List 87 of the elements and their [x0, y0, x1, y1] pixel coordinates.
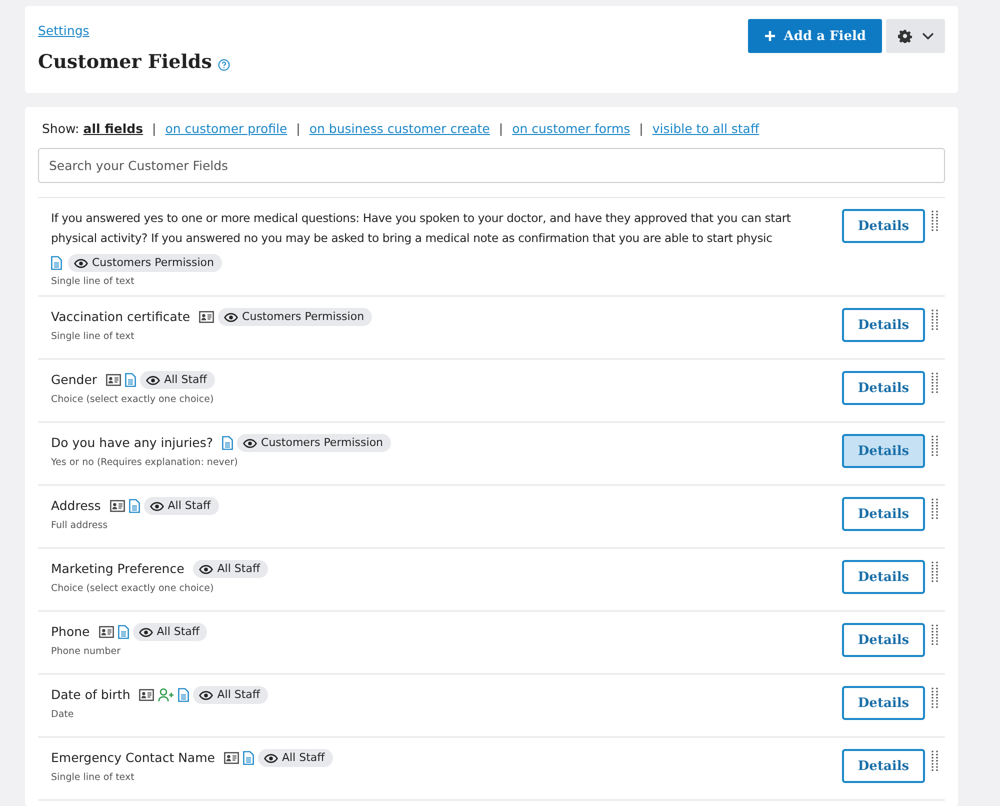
filter-separator: | — [296, 121, 300, 136]
field-type: Phone number — [51, 646, 122, 657]
document-icon — [178, 688, 190, 702]
badge-label: All Staff — [168, 498, 211, 514]
help-icon[interactable] — [218, 58, 230, 70]
settings-dropdown-button[interactable] — [886, 19, 945, 53]
field-name: If you answered yes to one or more medical questions: Have you spoken to your doctor, and have they approved that you can start physical activity? If you answered no you may be asked to bring a medical note as confirmation that you are able to start physic — [51, 210, 792, 247]
details-button[interactable]: Details — [842, 560, 925, 594]
field-type: Single line of text — [51, 772, 136, 783]
field-name: Emergency Contact Name — [51, 749, 215, 767]
details-button[interactable]: Details — [842, 434, 925, 468]
id-card-icon — [224, 752, 239, 764]
id-card-icon — [106, 374, 122, 386]
field-type: Choice (select exactly one choice) — [51, 394, 215, 405]
field-type: Single line of text — [51, 276, 136, 287]
filter-separator: | — [498, 121, 504, 136]
details-button[interactable]: Details — [842, 686, 925, 720]
plus-icon — [764, 30, 776, 42]
badge-label: All Staff — [156, 624, 200, 640]
eye-icon — [264, 754, 278, 762]
details-button[interactable]: Details — [842, 623, 925, 657]
field-type: Choice (select exactly one choice) — [51, 583, 215, 594]
field-type: Single line of text — [51, 331, 136, 342]
filter-link[interactable]: on customer forms — [512, 121, 630, 136]
document-icon — [118, 625, 129, 639]
settings-link[interactable]: Settings — [38, 23, 90, 38]
filter-link[interactable]: all fields — [83, 121, 144, 136]
drag-handle-icon[interactable] — [931, 624, 939, 646]
eye-icon — [199, 690, 214, 700]
drag-handle-icon[interactable] — [931, 435, 939, 457]
id-card-icon — [98, 626, 114, 638]
badge-label: All Staff — [164, 372, 207, 388]
filter-link[interactable]: on customer profile — [165, 121, 288, 136]
drag-handle-icon[interactable] — [931, 210, 939, 232]
filter-link[interactable]: visible to all staff — [652, 121, 760, 136]
drag-handle-icon[interactable] — [931, 750, 939, 772]
details-button[interactable]: Details — [842, 497, 925, 531]
field-name: Vaccination certificate — [51, 308, 190, 326]
field-name: Phone — [51, 623, 90, 641]
document-icon — [222, 436, 234, 450]
eye-icon — [199, 564, 214, 574]
field-type: Full address — [51, 520, 109, 531]
settings-icon — [898, 29, 912, 43]
field-name: Marketing Preference — [51, 560, 184, 578]
filter-separator: | — [639, 121, 644, 136]
field-name: Do you have any injuries? — [51, 434, 214, 452]
chevron-down-icon — [922, 32, 934, 40]
id-card-icon — [110, 500, 125, 512]
id-card-icon — [139, 689, 154, 701]
drag-handle-icon[interactable] — [931, 372, 939, 394]
filter-link[interactable]: on business customer create — [309, 121, 490, 136]
document-icon — [128, 499, 140, 513]
field-name: Date of birth — [51, 686, 130, 704]
document-icon — [51, 256, 62, 270]
eye-icon — [138, 628, 153, 636]
badge-label: All Staff — [217, 561, 260, 577]
eye-icon — [150, 502, 164, 510]
badge-label: Customers Permission — [242, 309, 364, 325]
filter-label: Show: — [42, 121, 80, 136]
field-type: Date — [51, 709, 75, 720]
drag-handle-icon[interactable] — [931, 498, 939, 520]
badge-label: Customers Permission — [261, 435, 384, 451]
details-button[interactable]: Details — [842, 749, 925, 783]
eye-icon — [146, 376, 160, 384]
details-button[interactable]: Details — [842, 371, 925, 405]
page-title: Customer Fields — [38, 51, 212, 73]
add-person-icon — [158, 688, 174, 702]
add-field-button[interactable]: Add a Field — [748, 19, 882, 53]
drag-handle-icon[interactable] — [931, 687, 939, 709]
document-icon — [125, 373, 136, 387]
filter-separator: | — [152, 121, 156, 136]
badge-label: All Staff — [282, 750, 325, 766]
eye-icon — [243, 438, 258, 448]
search-field[interactable]: Search your Customer Fields — [38, 148, 945, 183]
eye-icon — [224, 312, 238, 322]
badge-label: Customers Permission — [92, 255, 214, 271]
details-button[interactable]: Details — [842, 209, 925, 243]
field-name: Address — [51, 497, 101, 515]
document-icon — [242, 751, 254, 765]
details-button[interactable]: Details — [842, 308, 925, 342]
drag-handle-icon[interactable] — [931, 561, 939, 583]
drag-handle-icon[interactable] — [931, 309, 939, 331]
id-card-icon — [199, 311, 214, 323]
eye-icon — [74, 258, 88, 268]
field-type: Yes or no (Requires explanation: never) — [51, 457, 239, 468]
badge-label: All Staff — [217, 687, 260, 703]
field-name: Gender — [51, 371, 98, 389]
